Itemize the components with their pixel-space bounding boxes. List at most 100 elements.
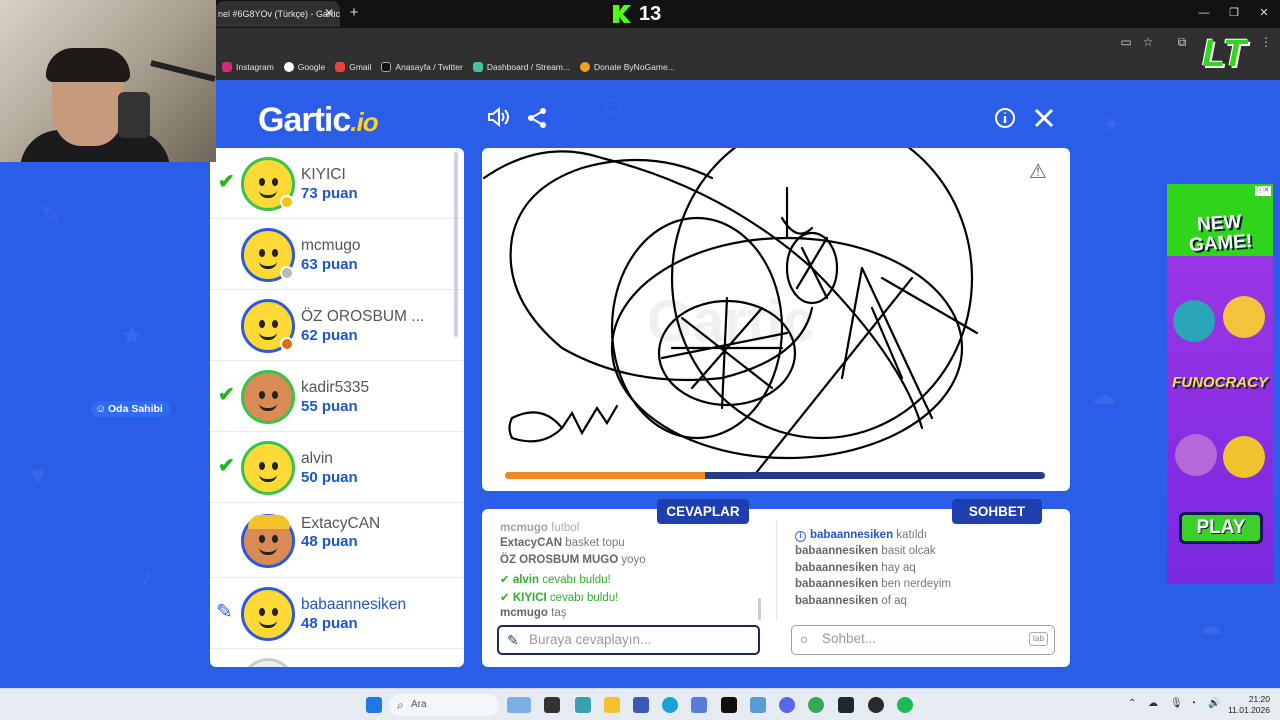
player-row[interactable]: ✔ alvin 50 puan <box>210 432 464 503</box>
correct-answer-message: ✔ alvin cevabı buldu! <box>500 574 611 586</box>
doodle-star-icon: ★ <box>120 320 144 350</box>
widgets-icon[interactable] <box>507 697 531 713</box>
tab-key-hint: tab <box>1028 632 1048 646</box>
doodle-cloud-icon: ☁ <box>1090 380 1116 410</box>
edge-icon[interactable] <box>662 697 678 713</box>
player-row[interactable]: ExtacyCAN 48 puan <box>210 503 464 578</box>
bookmark-star-icon[interactable]: ☆ <box>1140 34 1156 50</box>
window-close-icon[interactable]: ✕ <box>1254 4 1274 22</box>
answer-message: mcmugo taş <box>500 607 567 619</box>
taskbar-clock[interactable]: 21:20 11.01.2026 <box>1228 694 1270 716</box>
tray-chevron-icon[interactable]: ⌃ <box>1128 698 1136 709</box>
gartic-logo[interactable]: Gartic.io <box>258 100 379 140</box>
volume-icon[interactable]: 🔊 <box>1208 698 1220 709</box>
cast-icon[interactable]: ▭ <box>1118 34 1134 50</box>
chat-input[interactable]: ○ Sohbet... tab <box>791 625 1055 655</box>
player-row[interactable]: ✔ kadir5335 55 puan <box>210 361 464 432</box>
browser-menu-icon[interactable]: ⋮ <box>1258 34 1274 50</box>
bookmark-google[interactable]: Google <box>283 58 325 76</box>
extensions-icon[interactable]: ⧉ <box>1174 34 1190 50</box>
tab-close-icon[interactable]: ✕ <box>322 6 336 20</box>
windows-start-icon[interactable] <box>366 697 382 713</box>
tab-chat[interactable]: SOHBET <box>952 499 1042 524</box>
answer-input[interactable]: ✎ Buraya cevaplayın... <box>497 625 760 655</box>
steam-icon[interactable] <box>838 697 854 713</box>
doodle-sun-icon: ☀ <box>1100 110 1124 140</box>
share-icon[interactable] <box>523 106 551 134</box>
player-name: mcmugo <box>301 237 361 254</box>
bookmark-dashboard[interactable]: Dashboard / Stream... <box>472 58 570 76</box>
guessed-check-icon: ✔ <box>218 384 235 406</box>
discord-icon[interactable] <box>779 697 795 713</box>
google-icon <box>283 62 294 72</box>
drawing-canvas[interactable]: Gartic ⚠ <box>482 148 1070 491</box>
answer-placeholder: Buraya cevaplayın... <box>529 632 652 647</box>
close-icon[interactable] <box>1030 106 1058 134</box>
ad-headline: NEW GAME! <box>1188 211 1253 257</box>
microphone-arm <box>150 60 216 82</box>
chat-message: babaannesiken of aq <box>795 595 907 607</box>
drawing-strokes <box>482 148 979 480</box>
doodle-smile-icon: ☺ <box>600 90 627 120</box>
capcut-icon[interactable] <box>721 697 737 713</box>
player-name: alvin <box>301 450 333 467</box>
speaker-icon[interactable] <box>484 106 512 134</box>
player-row[interactable]: ÖZ OROSBUM ... 62 puan <box>210 290 464 361</box>
guessed-check-icon: ✔ <box>218 171 235 193</box>
minimize-icon[interactable]: — <box>1194 4 1214 22</box>
ad-close-icon[interactable]: ⓘ✕ <box>1255 186 1271 196</box>
round-timer-fill <box>505 472 705 479</box>
answers-scrollbar[interactable] <box>758 598 761 620</box>
player-name: ÖZ OROSBUM ... <box>301 308 425 325</box>
bookmark-gmail[interactable]: Gmail <box>335 58 371 76</box>
player-row[interactable]: ✎ babaannesiken 48 puan <box>210 578 464 649</box>
info-icon[interactable] <box>991 106 1019 134</box>
app-icon[interactable] <box>575 697 591 713</box>
avatar <box>241 514 295 568</box>
correct-answer-message: ✔ KIYICI cevabı buldu! <box>500 592 619 604</box>
microphone-icon[interactable]: 🎙 <box>1170 698 1183 709</box>
doodle-music-icon: ♪ <box>140 560 153 590</box>
streamer-logo: LT <box>1202 33 1246 75</box>
doodle-umbrella-icon: ☂ <box>1200 620 1224 650</box>
player-rank-badge <box>280 337 294 351</box>
ad-angry-emoji-icon <box>1223 436 1265 478</box>
task-view-icon[interactable] <box>544 697 560 713</box>
pencil-icon: ✎ <box>507 632 519 648</box>
player-row[interactable] <box>210 649 464 667</box>
file-explorer-icon[interactable] <box>604 697 620 713</box>
ad-play-button[interactable]: PLAY <box>1179 512 1263 544</box>
player-row[interactable]: ✔ KIYICI 73 puan <box>210 148 464 219</box>
network-icon[interactable]: ☁ <box>1148 698 1158 709</box>
avatar <box>241 658 295 667</box>
chat-placeholder: Sohbet... <box>822 631 877 646</box>
bookmark-twitter[interactable]: Anasayfa / Twitter <box>381 58 463 76</box>
app-icon[interactable] <box>691 697 707 713</box>
report-warning-icon[interactable]: ⚠ <box>1029 162 1051 182</box>
player-name: babaannesiken <box>301 596 407 613</box>
ad-character-icon <box>1175 434 1217 476</box>
advertisement[interactable]: ⓘ✕ NEW GAME! FUNOCRACY PLAY <box>1167 184 1273 584</box>
bookmark-donate[interactable]: Donate ByNoGame... <box>579 58 675 76</box>
chat-message: babaannesiken basit olcak <box>795 545 936 557</box>
obs-icon[interactable] <box>868 697 884 713</box>
windows-taskbar: Ara ⌃ ☁ 🎙 ◔ 🔊 21:2011.01.2026 <box>0 688 1280 720</box>
chrome-icon[interactable] <box>808 697 824 713</box>
player-list-scrollbar[interactable] <box>454 152 458 337</box>
spotify-icon[interactable] <box>897 697 913 713</box>
player-score: 50 puan <box>301 469 358 486</box>
correct-check-icon: ✔ <box>500 592 510 604</box>
player-row[interactable]: mcmugo 63 puan <box>210 219 464 290</box>
tab-answers[interactable]: CEVAPLAR <box>657 499 749 524</box>
taskbar-search[interactable]: Ara <box>389 694 499 716</box>
player-score: 73 puan <box>301 185 358 202</box>
settings-icon[interactable] <box>750 697 766 713</box>
player-score: 55 puan <box>301 398 358 415</box>
bookmark-instagram[interactable]: Instagram <box>222 58 274 76</box>
answer-message: ExtacyCAN basket topu <box>500 537 625 549</box>
answer-message: mcmugo futbol <box>500 522 580 534</box>
wifi-icon[interactable]: ◔ <box>1190 698 1196 709</box>
maximize-icon[interactable]: ❐ <box>1224 4 1244 22</box>
new-tab-button[interactable]: + <box>345 4 363 22</box>
store-icon[interactable] <box>633 697 649 713</box>
